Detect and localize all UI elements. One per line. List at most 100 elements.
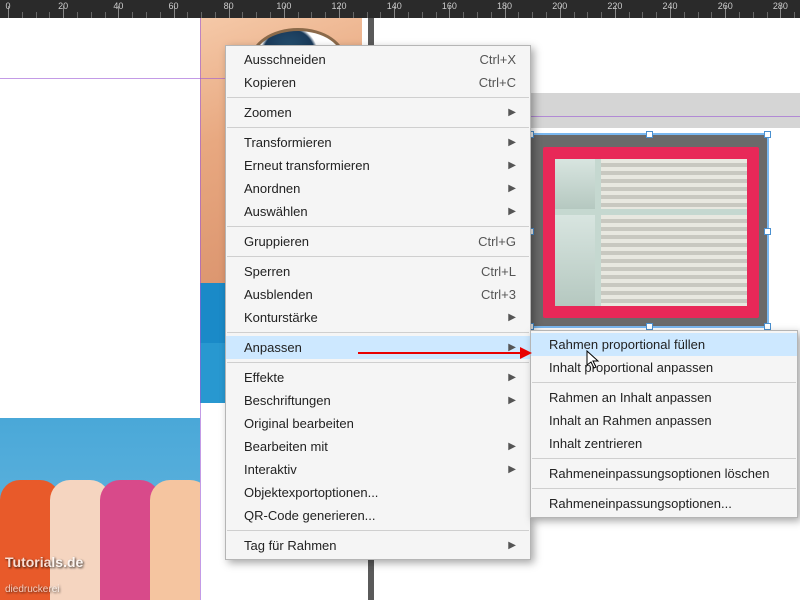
image-strip-2[interactable] bbox=[200, 343, 225, 403]
menu-shortcut: Ctrl+G bbox=[478, 234, 516, 249]
menu-fit[interactable]: Anpassen ▶ bbox=[226, 336, 530, 359]
ruler-label: 260 bbox=[718, 1, 733, 11]
ruler-label: 240 bbox=[663, 1, 678, 11]
submenu-clear-fit-options[interactable]: Rahmeneinpassungsoptionen löschen bbox=[531, 462, 797, 485]
menu-edit-with[interactable]: Bearbeiten mit ▶ bbox=[226, 435, 530, 458]
submenu-content-to-frame[interactable]: Inhalt an Rahmen anpassen bbox=[531, 409, 797, 432]
menu-tag-frame[interactable]: Tag für Rahmen ▶ bbox=[226, 534, 530, 557]
image-strip-1[interactable] bbox=[200, 283, 225, 343]
submenu-frame-fit-options[interactable]: Rahmeneinpassungsoptionen... bbox=[531, 492, 797, 515]
ruler-label: 40 bbox=[113, 1, 123, 11]
menu-label: Rahmen proportional füllen bbox=[549, 337, 705, 352]
menu-label: Effekte bbox=[244, 370, 284, 385]
menu-zoom[interactable]: Zoomen ▶ bbox=[226, 101, 530, 124]
menu-transform[interactable]: Transformieren ▶ bbox=[226, 131, 530, 154]
submenu-arrow-icon: ▶ bbox=[508, 395, 516, 406]
selection-handle-n[interactable] bbox=[646, 131, 653, 138]
ruler-label: 140 bbox=[387, 1, 402, 11]
menu-shortcut: Ctrl+C bbox=[479, 75, 516, 90]
menu-label: QR-Code generieren... bbox=[244, 508, 376, 523]
menu-separator bbox=[227, 226, 529, 227]
menu-label: Ausblenden bbox=[244, 287, 313, 302]
ruler-label: 80 bbox=[224, 1, 234, 11]
menu-label: Inhalt zentrieren bbox=[549, 436, 642, 451]
menu-hide[interactable]: Ausblenden Ctrl+3 bbox=[226, 283, 530, 306]
ruler-label: 180 bbox=[497, 1, 512, 11]
selection-handle-ne[interactable] bbox=[764, 131, 771, 138]
window-pane bbox=[555, 215, 595, 306]
submenu-arrow-icon: ▶ bbox=[508, 160, 516, 171]
annotation-arrow-icon bbox=[358, 352, 530, 354]
guide-vertical[interactable] bbox=[200, 18, 201, 600]
submenu-arrow-icon: ▶ bbox=[508, 372, 516, 383]
menu-shortcut: Ctrl+X bbox=[480, 52, 516, 67]
selection-handle-s[interactable] bbox=[646, 323, 653, 330]
menu-separator bbox=[532, 458, 796, 459]
menu-label: Original bearbeiten bbox=[244, 416, 354, 431]
submenu-arrow-icon: ▶ bbox=[508, 540, 516, 551]
menu-label: Kopieren bbox=[244, 75, 296, 90]
menu-label: Auswählen bbox=[244, 204, 308, 219]
menu-label: Rahmen an Inhalt anpassen bbox=[549, 390, 712, 405]
selection-handle-e[interactable] bbox=[764, 228, 771, 235]
ruler-label: 220 bbox=[607, 1, 622, 11]
menu-label: Zoomen bbox=[244, 105, 292, 120]
menu-separator bbox=[227, 127, 529, 128]
window-pane bbox=[555, 159, 595, 209]
submenu-arrow-icon: ▶ bbox=[508, 107, 516, 118]
menu-qr-code[interactable]: QR-Code generieren... bbox=[226, 504, 530, 527]
menu-effects[interactable]: Effekte ▶ bbox=[226, 366, 530, 389]
menu-lock[interactable]: Sperren Ctrl+L bbox=[226, 260, 530, 283]
kid-figure bbox=[150, 480, 200, 600]
menu-stroke[interactable]: Konturstärke ▶ bbox=[226, 306, 530, 329]
menu-shortcut: Ctrl+3 bbox=[481, 287, 516, 302]
menu-interactive[interactable]: Interaktiv ▶ bbox=[226, 458, 530, 481]
submenu-frame-to-content[interactable]: Rahmen an Inhalt anpassen bbox=[531, 386, 797, 409]
ruler-label: 0 bbox=[5, 1, 10, 11]
selection-handle-se[interactable] bbox=[764, 323, 771, 330]
menu-group[interactable]: Gruppieren Ctrl+G bbox=[226, 230, 530, 253]
ruler-label: 60 bbox=[169, 1, 179, 11]
selected-image-frame[interactable] bbox=[529, 133, 769, 328]
menu-label: Anpassen bbox=[244, 340, 302, 355]
submenu-fill-proportional[interactable]: Rahmen proportional füllen bbox=[531, 333, 797, 356]
submenu-center-content[interactable]: Inhalt zentrieren bbox=[531, 432, 797, 455]
menu-edit-original[interactable]: Original bearbeiten bbox=[226, 412, 530, 435]
menu-label: Gruppieren bbox=[244, 234, 309, 249]
context-submenu-fit: Rahmen proportional füllen Inhalt propor… bbox=[530, 330, 798, 518]
menu-select[interactable]: Auswählen ▶ bbox=[226, 200, 530, 223]
ruler-label: 120 bbox=[332, 1, 347, 11]
menu-label: Rahmeneinpassungsoptionen... bbox=[549, 496, 732, 511]
ruler-label: 200 bbox=[552, 1, 567, 11]
menu-separator bbox=[227, 332, 529, 333]
menu-separator bbox=[227, 256, 529, 257]
menu-separator bbox=[532, 382, 796, 383]
ruler-label: 280 bbox=[773, 1, 788, 11]
image-children-frame[interactable]: Tutorials.de diedruckerei bbox=[0, 418, 200, 600]
menu-label: Inhalt an Rahmen anpassen bbox=[549, 413, 712, 428]
menu-label: Interaktiv bbox=[244, 462, 297, 477]
menu-arrange[interactable]: Anordnen ▶ bbox=[226, 177, 530, 200]
menu-cut[interactable]: Ausschneiden Ctrl+X bbox=[226, 48, 530, 71]
menu-label: Objektexportoptionen... bbox=[244, 485, 378, 500]
menu-separator bbox=[227, 530, 529, 531]
menu-retransform[interactable]: Erneut transformieren ▶ bbox=[226, 154, 530, 177]
menu-object-export[interactable]: Objektexportoptionen... bbox=[226, 481, 530, 504]
menu-separator bbox=[227, 97, 529, 98]
horizontal-ruler[interactable]: 020406080100120140160180200220240260280 bbox=[0, 0, 800, 18]
menu-label: Beschriftungen bbox=[244, 393, 331, 408]
ruler-label: 160 bbox=[442, 1, 457, 11]
menu-label: Sperren bbox=[244, 264, 290, 279]
submenu-arrow-icon: ▶ bbox=[508, 137, 516, 148]
menu-label: Rahmeneinpassungsoptionen löschen bbox=[549, 466, 769, 481]
app-window: 020406080100120140160180200220240260280 … bbox=[0, 0, 800, 600]
menu-captions[interactable]: Beschriftungen ▶ bbox=[226, 389, 530, 412]
menu-label: Ausschneiden bbox=[244, 52, 326, 67]
submenu-fit-content-prop[interactable]: Inhalt proportional anpassen bbox=[531, 356, 797, 379]
submenu-arrow-icon: ▶ bbox=[508, 464, 516, 475]
menu-label: Transformieren bbox=[244, 135, 332, 150]
window-pane-blinds bbox=[601, 215, 747, 306]
watermark-text: Tutorials.de bbox=[5, 554, 83, 570]
menu-label: Tag für Rahmen bbox=[244, 538, 337, 553]
menu-copy[interactable]: Kopieren Ctrl+C bbox=[226, 71, 530, 94]
